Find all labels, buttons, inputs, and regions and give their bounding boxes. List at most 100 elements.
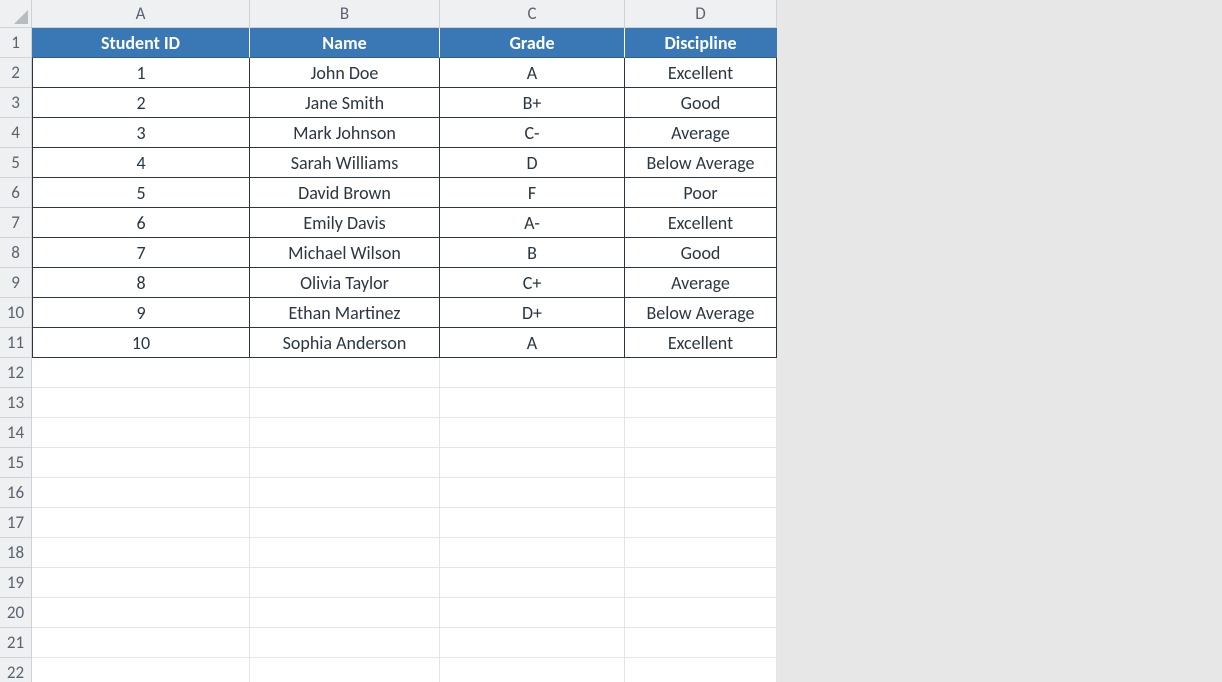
cell-C4[interactable]: C- xyxy=(440,118,625,148)
cell-A20[interactable] xyxy=(32,598,250,628)
cell-A18[interactable] xyxy=(32,538,250,568)
cell-A12[interactable] xyxy=(32,358,250,388)
cell-B16[interactable] xyxy=(250,478,440,508)
cell-D5[interactable]: Below Average xyxy=(625,148,777,178)
cell-B22[interactable] xyxy=(250,658,440,682)
cell-D19[interactable] xyxy=(625,568,777,598)
cell-D14[interactable] xyxy=(625,418,777,448)
row-header-20[interactable]: 20 xyxy=(0,598,32,628)
cell-C12[interactable] xyxy=(440,358,625,388)
cell-C14[interactable] xyxy=(440,418,625,448)
row-header-2[interactable]: 2 xyxy=(0,58,32,88)
row-header-17[interactable]: 17 xyxy=(0,508,32,538)
cell-C10[interactable]: D+ xyxy=(440,298,625,328)
cell-D4[interactable]: Average xyxy=(625,118,777,148)
cell-A17[interactable] xyxy=(32,508,250,538)
cell-D10[interactable]: Below Average xyxy=(625,298,777,328)
row-header-8[interactable]: 8 xyxy=(0,238,32,268)
row-header-16[interactable]: 16 xyxy=(0,478,32,508)
cell-C8[interactable]: B xyxy=(440,238,625,268)
cell-A22[interactable] xyxy=(32,658,250,682)
cell-B2[interactable]: John Doe xyxy=(250,58,440,88)
cell-D16[interactable] xyxy=(625,478,777,508)
cell-C21[interactable] xyxy=(440,628,625,658)
cell-C7[interactable]: A- xyxy=(440,208,625,238)
select-all-corner[interactable] xyxy=(0,0,32,28)
cell-A15[interactable] xyxy=(32,448,250,478)
row-header-5[interactable]: 5 xyxy=(0,148,32,178)
cell-C20[interactable] xyxy=(440,598,625,628)
cell-D8[interactable]: Good xyxy=(625,238,777,268)
row-header-14[interactable]: 14 xyxy=(0,418,32,448)
cell-C18[interactable] xyxy=(440,538,625,568)
cell-D2[interactable]: Excellent xyxy=(625,58,777,88)
cell-A2[interactable]: 1 xyxy=(32,58,250,88)
cell-B17[interactable] xyxy=(250,508,440,538)
cell-C19[interactable] xyxy=(440,568,625,598)
cell-A3[interactable]: 2 xyxy=(32,88,250,118)
cell-C15[interactable] xyxy=(440,448,625,478)
cell-C1[interactable]: Grade xyxy=(440,28,625,58)
cell-B11[interactable]: Sophia Anderson xyxy=(250,328,440,358)
row-header-21[interactable]: 21 xyxy=(0,628,32,658)
row-header-7[interactable]: 7 xyxy=(0,208,32,238)
cell-D1[interactable]: Discipline xyxy=(625,28,777,58)
cell-A10[interactable]: 9 xyxy=(32,298,250,328)
cell-A21[interactable] xyxy=(32,628,250,658)
cell-C11[interactable]: A xyxy=(440,328,625,358)
cell-B19[interactable] xyxy=(250,568,440,598)
cell-A16[interactable] xyxy=(32,478,250,508)
cell-B21[interactable] xyxy=(250,628,440,658)
cell-D15[interactable] xyxy=(625,448,777,478)
row-header-13[interactable]: 13 xyxy=(0,388,32,418)
row-header-12[interactable]: 12 xyxy=(0,358,32,388)
cell-B10[interactable]: Ethan Martinez xyxy=(250,298,440,328)
cell-A14[interactable] xyxy=(32,418,250,448)
row-header-18[interactable]: 18 xyxy=(0,538,32,568)
row-header-9[interactable]: 9 xyxy=(0,268,32,298)
column-header-D[interactable]: D xyxy=(625,0,777,28)
cell-C17[interactable] xyxy=(440,508,625,538)
cell-D20[interactable] xyxy=(625,598,777,628)
row-header-3[interactable]: 3 xyxy=(0,88,32,118)
cell-A1[interactable]: Student ID xyxy=(32,28,250,58)
cell-D9[interactable]: Average xyxy=(625,268,777,298)
cell-A4[interactable]: 3 xyxy=(32,118,250,148)
row-header-1[interactable]: 1 xyxy=(0,28,32,58)
cell-D7[interactable]: Excellent xyxy=(625,208,777,238)
cell-D22[interactable] xyxy=(625,658,777,682)
row-header-4[interactable]: 4 xyxy=(0,118,32,148)
cell-B15[interactable] xyxy=(250,448,440,478)
row-header-10[interactable]: 10 xyxy=(0,298,32,328)
cell-D18[interactable] xyxy=(625,538,777,568)
cell-C6[interactable]: F xyxy=(440,178,625,208)
row-header-22[interactable]: 22 xyxy=(0,658,32,682)
cell-B8[interactable]: Michael Wilson xyxy=(250,238,440,268)
cell-A11[interactable]: 10 xyxy=(32,328,250,358)
cell-A19[interactable] xyxy=(32,568,250,598)
cell-A7[interactable]: 6 xyxy=(32,208,250,238)
cell-B12[interactable] xyxy=(250,358,440,388)
cell-C22[interactable] xyxy=(440,658,625,682)
cell-B18[interactable] xyxy=(250,538,440,568)
cell-B3[interactable]: Jane Smith xyxy=(250,88,440,118)
cell-A9[interactable]: 8 xyxy=(32,268,250,298)
cell-B20[interactable] xyxy=(250,598,440,628)
cell-C2[interactable]: A xyxy=(440,58,625,88)
cell-D11[interactable]: Excellent xyxy=(625,328,777,358)
column-header-C[interactable]: C xyxy=(440,0,625,28)
cell-B4[interactable]: Mark Johnson xyxy=(250,118,440,148)
cell-D13[interactable] xyxy=(625,388,777,418)
cell-D21[interactable] xyxy=(625,628,777,658)
cell-D17[interactable] xyxy=(625,508,777,538)
cell-A5[interactable]: 4 xyxy=(32,148,250,178)
cell-B1[interactable]: Name xyxy=(250,28,440,58)
cell-C13[interactable] xyxy=(440,388,625,418)
row-header-15[interactable]: 15 xyxy=(0,448,32,478)
cell-D6[interactable]: Poor xyxy=(625,178,777,208)
row-header-6[interactable]: 6 xyxy=(0,178,32,208)
row-header-11[interactable]: 11 xyxy=(0,328,32,358)
spreadsheet-grid[interactable]: A B C D 1 Student ID Name Grade Discipli… xyxy=(0,0,777,682)
cell-A8[interactable]: 7 xyxy=(32,238,250,268)
cell-C9[interactable]: C+ xyxy=(440,268,625,298)
